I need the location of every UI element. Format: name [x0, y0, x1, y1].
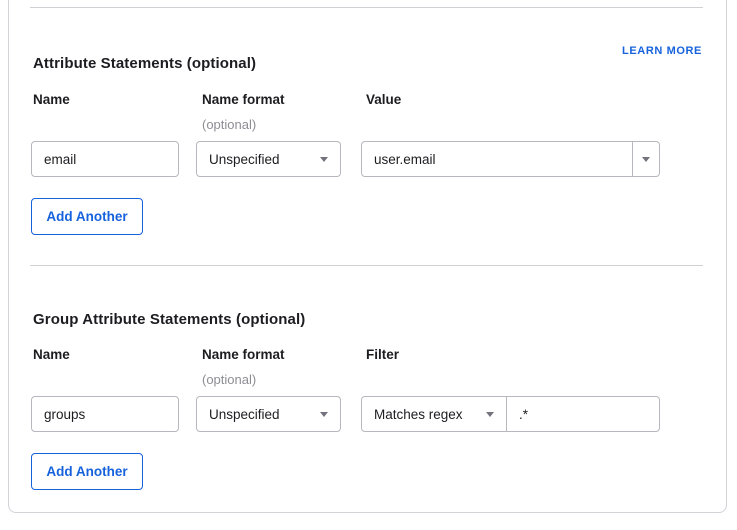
attribute-name-format-value: Unspecified — [197, 152, 280, 167]
saml-settings-page: Attribute Statements (optional) LEARN MO… — [0, 0, 737, 530]
chevron-down-icon — [320, 412, 328, 417]
column-header-value: Value — [366, 92, 401, 107]
column-header-name: Name — [33, 92, 70, 107]
group-filter-combo: Matches regex — [361, 396, 660, 432]
attribute-name-field[interactable] — [31, 141, 179, 177]
group-filter-type-select[interactable]: Matches regex — [362, 397, 507, 431]
settings-card — [8, 0, 727, 513]
attribute-statements-title: Attribute Statements (optional) — [33, 55, 256, 72]
group-attribute-statements-title: Group Attribute Statements (optional) — [33, 311, 305, 328]
attribute-value-combo — [361, 141, 660, 177]
attribute-value-dropdown-button[interactable] — [632, 142, 659, 176]
chevron-down-icon — [320, 157, 328, 162]
group-attribute-name-field[interactable] — [31, 396, 179, 432]
section-divider — [30, 7, 703, 8]
group-name-format-select[interactable]: Unspecified — [196, 396, 341, 432]
chevron-down-icon — [642, 157, 650, 162]
add-another-attribute-button[interactable]: Add Another — [31, 198, 143, 235]
section-divider — [30, 265, 703, 266]
learn-more-link[interactable]: LEARN MORE — [622, 45, 702, 57]
group-attribute-name-input[interactable] — [32, 397, 178, 431]
group-filter-value-input[interactable] — [507, 397, 659, 431]
column-header-name-format: Name format — [202, 347, 285, 362]
column-header-filter: Filter — [366, 347, 399, 362]
column-header-name-format: Name format — [202, 92, 285, 107]
add-another-group-attribute-button[interactable]: Add Another — [31, 453, 143, 490]
attribute-value-input[interactable] — [362, 142, 632, 176]
column-header-name: Name — [33, 347, 70, 362]
name-format-optional-note: (optional) — [202, 372, 256, 387]
group-name-format-value: Unspecified — [197, 407, 280, 422]
attribute-name-input[interactable] — [32, 142, 178, 176]
name-format-optional-note: (optional) — [202, 117, 256, 132]
chevron-down-icon — [486, 412, 494, 417]
attribute-name-format-select[interactable]: Unspecified — [196, 141, 341, 177]
group-filter-type-value: Matches regex — [362, 407, 463, 422]
